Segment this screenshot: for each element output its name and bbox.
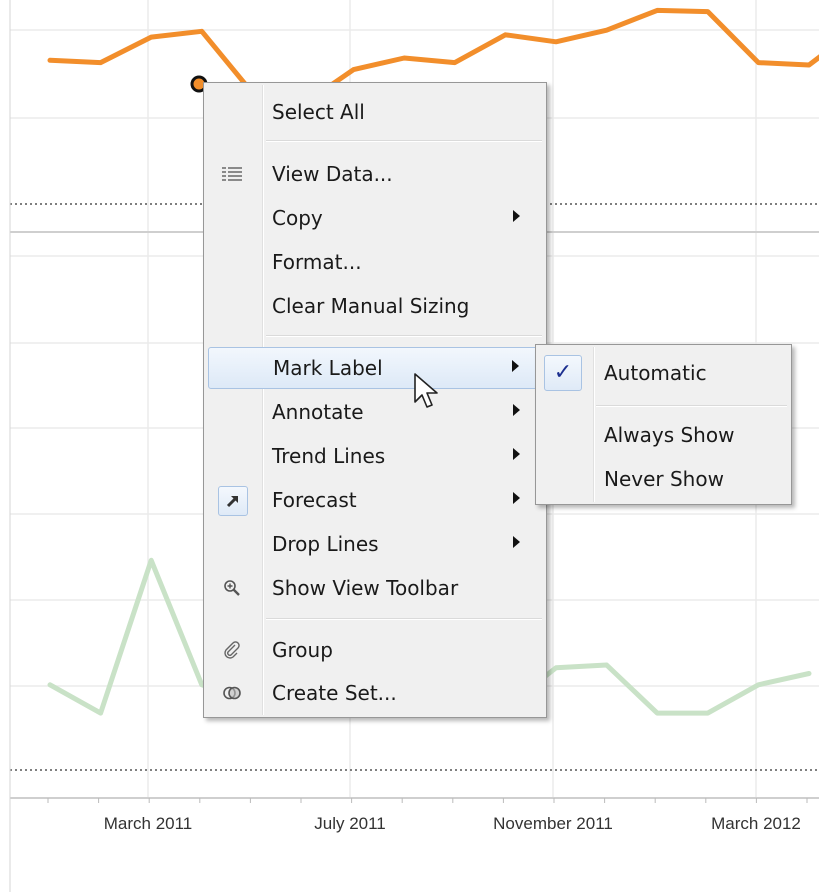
set-icon (218, 679, 246, 707)
menu-separator (266, 618, 542, 620)
menu-item-label: Select All (272, 100, 365, 124)
checkmark-icon: ✓ (544, 355, 582, 391)
menu-separator (266, 335, 542, 337)
context-menu: Select All View Data... Copy Format... C… (203, 82, 547, 718)
menu-item-trend-lines[interactable]: Trend Lines (208, 436, 542, 476)
submenu-item-label: Never Show (604, 467, 724, 491)
mouse-cursor-icon (414, 373, 438, 408)
menu-separator (266, 140, 542, 142)
submenu-arrow-icon (512, 360, 519, 372)
menu-item-forecast[interactable]: Forecast (208, 480, 542, 520)
menu-item-drop-lines[interactable]: Drop Lines (208, 524, 542, 564)
menu-item-label: Format... (272, 250, 362, 274)
menu-item-label: Group (272, 638, 333, 662)
menu-item-label: Show View Toolbar (272, 576, 459, 600)
menu-item-clear-manual-sizing[interactable]: Clear Manual Sizing (208, 286, 542, 326)
x-axis-tick-label: July 2011 (314, 814, 386, 833)
menu-separator (596, 405, 787, 407)
menu-item-view-data[interactable]: View Data... (208, 154, 542, 194)
submenu-item-label: Automatic (604, 361, 707, 385)
menu-item-label: Clear Manual Sizing (272, 294, 470, 318)
menu-item-label: Copy (272, 206, 323, 230)
submenu-arrow-icon (513, 536, 520, 548)
paperclip-icon (218, 636, 246, 664)
menu-item-label: Create Set... (272, 681, 397, 705)
submenu-arrow-icon (513, 210, 520, 222)
menu-item-label: Drop Lines (272, 532, 379, 556)
submenu-item-label: Always Show (604, 423, 735, 447)
menu-item-format[interactable]: Format... (208, 242, 542, 282)
x-axis-tick-label: March 2012 (711, 814, 801, 833)
zoom-icon (218, 574, 246, 602)
submenu-arrow-icon (513, 492, 520, 504)
submenu-item-never-show[interactable]: Never Show (540, 459, 787, 499)
menu-item-label: View Data... (272, 162, 393, 186)
menu-item-label: Trend Lines (272, 444, 386, 468)
menu-item-show-view-toolbar[interactable]: Show View Toolbar (208, 568, 542, 608)
submenu-item-automatic[interactable]: ✓ Automatic (540, 353, 787, 393)
submenu-arrow-icon (513, 448, 520, 460)
menu-item-mark-label[interactable]: Mark Label (208, 347, 542, 389)
menu-item-annotate[interactable]: Annotate (208, 392, 542, 432)
menu-item-group[interactable]: Group (208, 630, 542, 670)
view-data-icon (218, 160, 246, 188)
menu-item-create-set[interactable]: Create Set... (208, 673, 542, 713)
menu-item-label: Mark Label (273, 356, 383, 380)
menu-item-select-all[interactable]: Select All (208, 92, 542, 132)
menu-item-copy[interactable]: Copy (208, 198, 542, 238)
x-axis-tick-label: November 2011 (493, 814, 613, 833)
menu-item-label: Forecast (272, 488, 357, 512)
x-axis-tick-label: March 2011 (103, 814, 193, 833)
forecast-icon (218, 486, 248, 516)
submenu-item-always-show[interactable]: Always Show (540, 415, 787, 455)
mark-label-submenu: ✓ Automatic Always Show Never Show (535, 344, 792, 505)
submenu-arrow-icon (513, 404, 520, 416)
menu-item-label: Annotate (272, 400, 364, 424)
